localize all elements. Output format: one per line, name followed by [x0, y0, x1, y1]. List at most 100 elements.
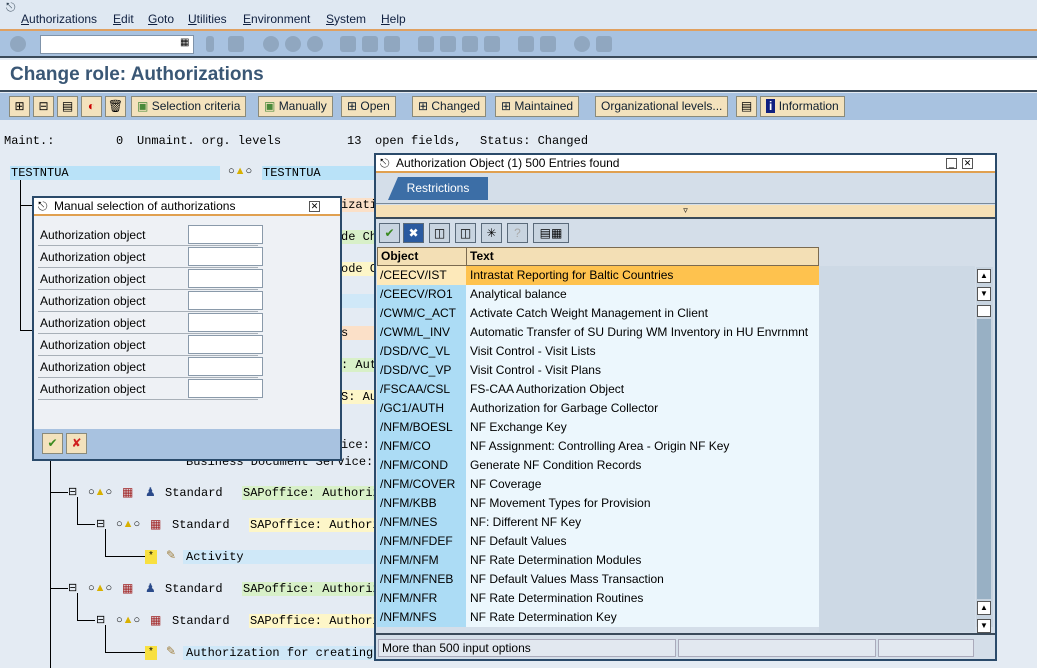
cancel-button[interactable]: ✘	[66, 433, 87, 454]
find-next-icon[interactable]: ◫	[455, 223, 476, 243]
text-cell[interactable]: Analytical balance	[466, 285, 819, 304]
text-cell[interactable]: NF Rate Determination Modules	[466, 551, 819, 570]
scroll-thumb[interactable]	[977, 305, 991, 317]
details-icon[interactable]: ▤	[57, 96, 78, 117]
scroll-down-icon[interactable]: ▼	[977, 619, 991, 633]
collapse-node-icon[interactable]: ⊟	[96, 517, 105, 530]
menu-help[interactable]: Help	[381, 12, 406, 26]
changed-button[interactable]: ⊞ Changed	[412, 96, 487, 117]
scroll-up-icon[interactable]: ▲	[977, 269, 991, 283]
print-icon[interactable]: ▤▦	[533, 223, 569, 243]
exit-icon[interactable]	[285, 36, 301, 52]
text-cell[interactable]: NF Assignment: Controlling Area - Origin…	[466, 437, 819, 456]
command-history-icon[interactable]: ▦	[180, 37, 189, 48]
text-cell[interactable]: Intrastat Reporting for Baltic Countries	[466, 266, 819, 285]
confirm-button[interactable]: ✔	[42, 433, 63, 454]
object-cell[interactable]: /NFM/COND	[377, 456, 466, 475]
edit-pencil-icon[interactable]: ✎	[166, 548, 176, 562]
object-cell[interactable]: /NFM/BOESL	[377, 418, 466, 437]
column-header-text[interactable]: Text	[466, 247, 819, 266]
scroll-up-icon[interactable]: ▲	[977, 601, 991, 615]
text-cell[interactable]: Automatic Transfer of SU During WM Inven…	[466, 323, 819, 342]
previous-page-icon[interactable]	[440, 36, 456, 52]
delete-icon[interactable]: 🗑	[105, 96, 126, 117]
text-cell[interactable]: Generate NF Condition Records	[466, 456, 819, 475]
tree-node-name[interactable]: Standard	[165, 582, 223, 596]
selection-criteria-button[interactable]: ▣ Selection criteria	[131, 96, 247, 117]
tree-node-name[interactable]: Standard	[172, 518, 230, 532]
text-cell[interactable]: NF Exchange Key	[466, 418, 819, 437]
vertical-scrollbar[interactable]: ▲ ▼ ▲ ▼	[976, 267, 993, 633]
table-row[interactable]: /CEECV/IST Intrastat Reporting for Baltic…	[377, 266, 819, 285]
collapse-node-icon[interactable]: ⊟	[68, 485, 77, 498]
manually-button[interactable]: ▣ Manually	[258, 96, 333, 117]
object-cell[interactable]: /DSD/VC_VL	[377, 342, 466, 361]
tree-root[interactable]: TESTNTUA	[11, 166, 69, 180]
command-field[interactable]	[40, 35, 194, 54]
table-row[interactable]: /CWM/C_ACT Activate Catch Weight Manageme…	[377, 304, 819, 323]
text-cell[interactable]: NF Rate Determination Routines	[466, 589, 819, 608]
expand-all-icon[interactable]: ⊞	[9, 96, 30, 117]
shortcut-icon[interactable]	[540, 36, 556, 52]
table-row[interactable]: /NFM/KBB NF Movement Types for Provision	[377, 494, 819, 513]
close-icon[interactable]: ✕	[962, 158, 973, 169]
object-cell[interactable]: /GC1/AUTH	[377, 399, 466, 418]
object-cell[interactable]: /NFM/NFDEF	[377, 532, 466, 551]
authorization-object-input[interactable]	[188, 357, 263, 376]
authorization-object-input[interactable]	[188, 247, 263, 266]
object-cell[interactable]: /CEECV/RO1	[377, 285, 466, 304]
table-row[interactable]: /FSCAA/CSL FS-CAA Authorization Object	[377, 380, 819, 399]
status-icon[interactable]: ◐	[81, 96, 102, 117]
menu-authorizations[interactable]: Authorizations	[21, 12, 97, 26]
authorization-object-input[interactable]	[188, 269, 263, 288]
cancel-icon[interactable]	[307, 36, 323, 52]
new-session-icon[interactable]	[518, 36, 534, 52]
table-row[interactable]: /DSD/VC_VL Visit Control - Visit Lists	[377, 342, 819, 361]
object-cell[interactable]: /FSCAA/CSL	[377, 380, 466, 399]
scroll-down-icon[interactable]: ▼	[977, 287, 991, 301]
object-cell[interactable]: /NFM/NES	[377, 513, 466, 532]
help-icon[interactable]	[574, 36, 590, 52]
restrictions-toggle[interactable]: ▿	[376, 205, 995, 217]
object-cell[interactable]: /NFM/KBB	[377, 494, 466, 513]
text-cell[interactable]: Visit Control - Visit Lists	[466, 342, 819, 361]
find-icon[interactable]: ◫	[429, 223, 450, 243]
back-icon[interactable]	[263, 36, 279, 52]
org-levels-button[interactable]: Organizational levels...	[595, 96, 729, 117]
menu-utilities[interactable]: Utilities	[188, 12, 227, 26]
tree-node-name[interactable]: Standard	[172, 614, 230, 628]
information-button[interactable]: i Information	[760, 96, 845, 117]
text-cell[interactable]: Authorization for Garbage Collector	[466, 399, 819, 418]
object-cell[interactable]: /NFM/NFR	[377, 589, 466, 608]
text-cell[interactable]: Visit Control - Visit Plans	[466, 361, 819, 380]
object-cell[interactable]: /CWM/L_INV	[377, 323, 466, 342]
print-icon[interactable]	[340, 36, 356, 52]
object-cell[interactable]: /DSD/VC_VP	[377, 361, 466, 380]
edit-pencil-icon[interactable]: ✎	[166, 644, 176, 658]
maintained-button[interactable]: ⊞ Maintained	[495, 96, 580, 117]
select-icon[interactable]: ✔	[379, 223, 400, 243]
table-row[interactable]: /NFM/NFDEF NF Default Values	[377, 532, 819, 551]
back-arrow-icon[interactable]	[206, 36, 214, 52]
tab-restrictions[interactable]: Restrictions	[388, 177, 488, 200]
menu-goto[interactable]: Goto	[148, 12, 174, 26]
menu-edit[interactable]: Edit	[113, 12, 134, 26]
text-cell[interactable]: NF Rate Determination Key	[466, 608, 819, 627]
menu-environment[interactable]: Environment	[243, 12, 310, 26]
table-row[interactable]: /CEECV/RO1 Analytical balance	[377, 285, 819, 304]
table-row[interactable]: /NFM/CO NF Assignment: Controlling Area -…	[377, 437, 819, 456]
column-header-object[interactable]: Object	[377, 247, 467, 266]
close-icon[interactable]: ✕	[309, 201, 320, 212]
object-cell[interactable]: /CEECV/IST	[377, 266, 466, 285]
object-cell[interactable]: /NFM/CO	[377, 437, 466, 456]
text-cell[interactable]: NF Coverage	[466, 475, 819, 494]
object-cell[interactable]: /NFM/NFNEB	[377, 570, 466, 589]
table-row[interactable]: /NFM/NFR NF Rate Determination Routines	[377, 589, 819, 608]
minimize-icon[interactable]: _	[946, 158, 957, 169]
authorization-object-input[interactable]	[188, 291, 263, 310]
table-row[interactable]: /CWM/L_INV Automatic Transfer of SU Durin…	[377, 323, 819, 342]
list-icon[interactable]: ▤	[736, 96, 757, 117]
last-page-icon[interactable]	[484, 36, 500, 52]
find-next-icon[interactable]	[384, 36, 400, 52]
text-cell[interactable]: NF Default Values	[466, 532, 819, 551]
